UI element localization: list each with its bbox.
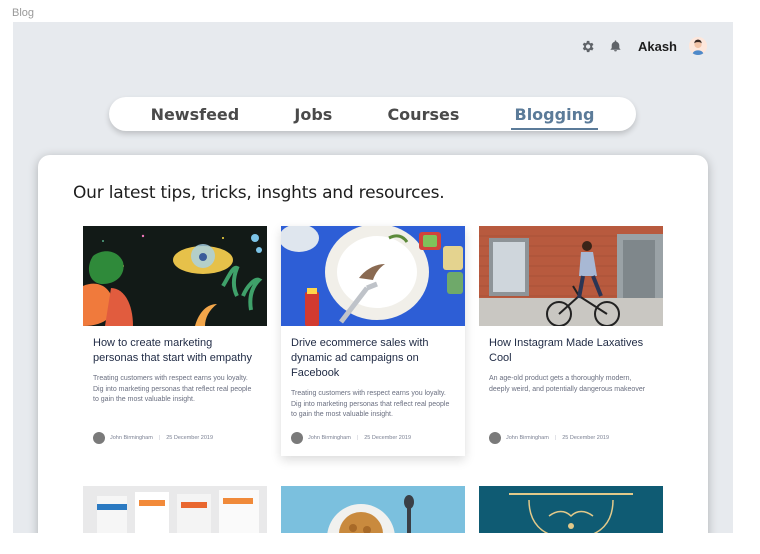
blog-page: Akash Newsfeed Jobs Courses Blogging Our… (13, 22, 733, 533)
card-title[interactable]: How Instagram Made Laxatives Cool (489, 336, 653, 366)
main-nav: Newsfeed Jobs Courses Blogging (109, 97, 636, 131)
author-name[interactable]: John Birmingham (308, 435, 351, 441)
card-image (281, 226, 465, 326)
author-name[interactable]: John Birmingham (506, 435, 549, 441)
card-image (479, 226, 663, 326)
blog-card-image[interactable] (479, 486, 663, 533)
card-description: An age-old product gets a thoroughly mod… (489, 375, 646, 393)
card-meta: John Birmingham | 25 December 2019 (291, 432, 411, 444)
card-image (83, 226, 267, 326)
tab-courses[interactable]: Courses (383, 101, 463, 128)
meta-divider: | (356, 435, 359, 441)
card-description: Treating customers with respect earns yo… (93, 375, 252, 403)
frame-label: Blog (12, 7, 35, 19)
top-bar: Akash (580, 37, 707, 55)
blog-card[interactable]: How to create marketing personas that st… (83, 226, 267, 444)
card-title[interactable]: How to create marketing personas that st… (93, 336, 257, 366)
tab-jobs[interactable]: Jobs (290, 101, 336, 128)
gear-icon[interactable] (580, 38, 596, 54)
tab-newsfeed[interactable]: Newsfeed (147, 101, 244, 128)
card-meta: John Birmingham | 25 December 2019 (489, 432, 609, 444)
tab-blogging[interactable]: Blogging (510, 101, 599, 130)
card-meta: John Birmingham | 25 December 2019 (93, 432, 213, 444)
author-name[interactable]: John Birmingham (110, 435, 153, 441)
post-date: 25 December 2019 (166, 435, 214, 441)
meta-divider: | (158, 435, 161, 441)
meta-divider: | (554, 435, 557, 441)
post-date: 25 December 2019 (364, 435, 412, 441)
user-avatar[interactable] (689, 37, 707, 55)
blog-card-image[interactable] (83, 486, 267, 533)
blog-card[interactable]: How Instagram Made Laxatives Cool An age… (479, 226, 663, 444)
page-heading: Our latest tips, tricks, insghts and res… (73, 183, 445, 203)
card-description: Treating customers with respect earns yo… (291, 390, 450, 418)
card-title[interactable]: Drive ecommerce sales with dynamic ad ca… (291, 336, 455, 381)
author-avatar (489, 432, 501, 444)
author-avatar (93, 432, 105, 444)
blog-panel: Our latest tips, tricks, insghts and res… (38, 155, 708, 533)
post-date: 25 December 2019 (562, 435, 610, 441)
blog-card[interactable]: Drive ecommerce sales with dynamic ad ca… (281, 226, 465, 456)
blog-card-image[interactable] (281, 486, 465, 533)
author-avatar (291, 432, 303, 444)
bell-icon[interactable] (608, 38, 624, 54)
user-name[interactable]: Akash (638, 39, 677, 54)
